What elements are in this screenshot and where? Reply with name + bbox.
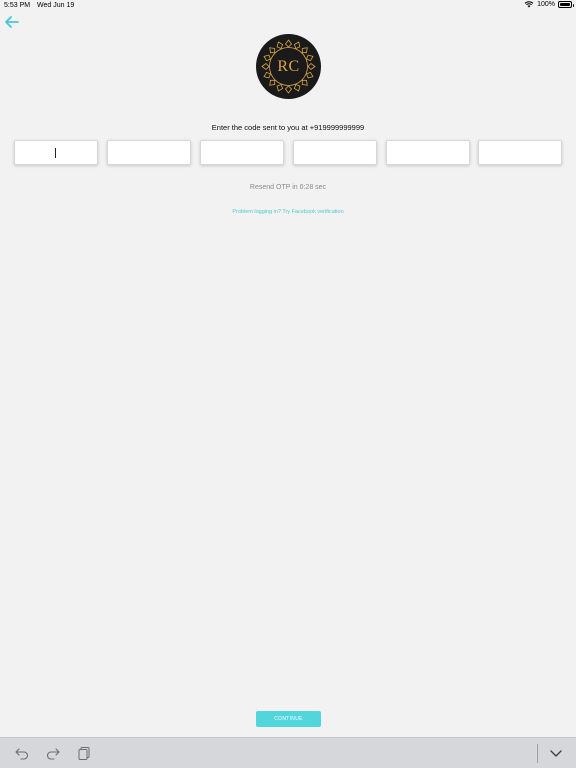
undo-icon — [15, 748, 29, 760]
status-right: 100% — [524, 1, 574, 8]
battery-fill — [560, 3, 570, 6]
brand-logo: RC — [256, 34, 321, 99]
otp-digit-4[interactable] — [293, 140, 377, 165]
continue-button[interactable]: CONTINUE — [256, 711, 321, 727]
arrow-left-icon — [5, 16, 19, 28]
undo-button[interactable] — [14, 746, 30, 760]
status-bar: 5:53 PM Wed Jun 19 100% — [0, 0, 576, 12]
back-button[interactable] — [4, 15, 20, 29]
facebook-verification-link[interactable]: Problem logging in? Try Facebook verific… — [0, 209, 576, 215]
redo-button[interactable] — [45, 746, 61, 760]
status-date: Wed Jun 19 — [37, 2, 75, 9]
status-time: 5:53 PM — [4, 2, 31, 9]
toolbar-divider — [537, 744, 538, 763]
otp-digit-1[interactable] — [14, 140, 98, 165]
otp-digit-2[interactable] — [107, 140, 191, 165]
resend-countdown: Resend OTP in 0:28 sec — [249, 184, 327, 191]
battery-icon — [558, 1, 574, 8]
wifi-icon — [524, 1, 534, 8]
chevron-down-icon — [550, 750, 562, 757]
otp-digit-5[interactable] — [386, 140, 470, 165]
paste-button[interactable] — [76, 746, 92, 760]
paste-icon — [78, 747, 90, 760]
otp-digit-3[interactable] — [200, 140, 284, 165]
redo-icon — [46, 748, 60, 760]
battery-percent: 100% — [537, 1, 555, 8]
logo-text: RC — [277, 57, 300, 75]
text-caret — [55, 148, 56, 158]
dismiss-keyboard-button[interactable] — [548, 746, 564, 760]
otp-input-row — [14, 140, 562, 165]
otp-digit-6[interactable] — [478, 140, 562, 165]
otp-verification-screen: 5:53 PM Wed Jun 19 100% RC Enter the cod… — [0, 0, 576, 768]
keyboard-shortcut-bar — [0, 737, 576, 768]
otp-prompt: Enter the code sent to you at +919999999… — [211, 123, 365, 132]
